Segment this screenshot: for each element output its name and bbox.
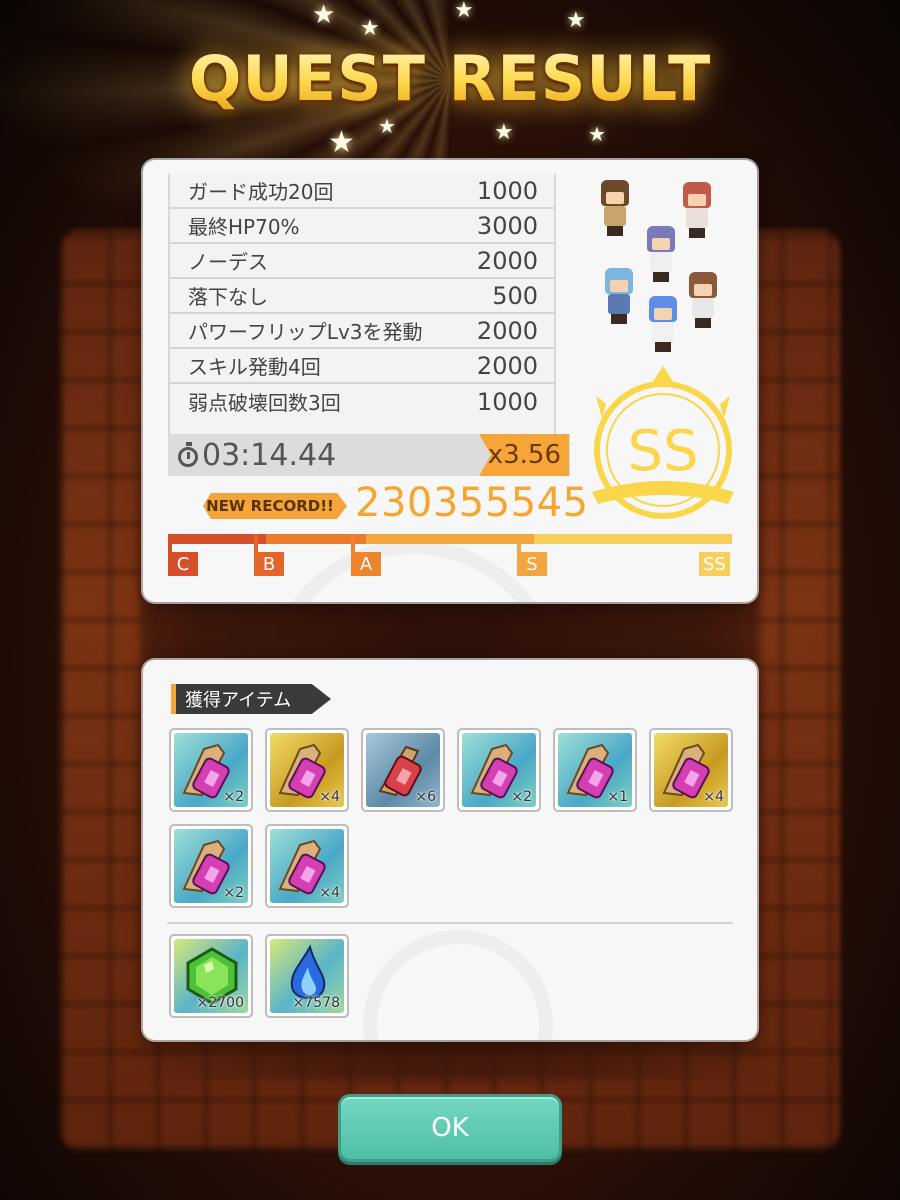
rank-text: SS — [627, 419, 698, 484]
grade-tick — [168, 534, 172, 552]
bonus-label: パワーフリップLv3を発動 — [188, 320, 423, 344]
item-quantity: ×1 — [607, 789, 628, 805]
item-slot[interactable]: ×1 — [553, 728, 637, 812]
bonus-row: スキル発動4回 2000 — [170, 349, 554, 384]
bonus-row: 最終HP70% 3000 — [170, 209, 554, 244]
total-score: 230355545 — [355, 480, 589, 526]
bonus-points: 2000 — [476, 351, 538, 380]
acquired-items-panel: 獲得アイテム ×2 ×4 ×6 ×2 ×1 ×4 ×2 ×4 ×2700 ×75… — [143, 660, 757, 1040]
item-slot[interactable]: ×2 — [457, 728, 541, 812]
grade-label-a: A — [351, 552, 381, 576]
currency-quantity: ×2700 — [196, 995, 244, 1011]
bonus-points: 1000 — [476, 176, 538, 205]
star-icon: ★ — [566, 8, 586, 33]
character-sprite — [599, 268, 639, 324]
bonus-label: 弱点破壊回数3回 — [188, 391, 341, 415]
star-icon: ★ — [378, 114, 396, 138]
item-quantity: ×4 — [319, 789, 340, 805]
bonus-label: ガード成功20回 — [188, 180, 334, 204]
bonus-row: ノーデス 2000 — [170, 244, 554, 279]
item-slot[interactable]: ×4 — [649, 728, 733, 812]
bonus-row: ガード成功20回 1000 — [170, 174, 554, 209]
acquired-items-heading: 獲得アイテム — [171, 684, 331, 714]
party-sprites — [595, 172, 735, 352]
new-record-badge: NEW RECORD!! — [203, 493, 337, 519]
grade-label-ss: SS — [699, 552, 730, 576]
clear-time: 03:14.44 — [202, 437, 337, 473]
bonus-points: 500 — [492, 281, 538, 310]
bonus-label: ノーデス — [188, 250, 268, 274]
star-icon: ★ — [588, 122, 606, 146]
result-panel: ガード成功20回 1000 最終HP70% 3000 ノーデス 2000 落下な… — [143, 160, 757, 602]
grade-segment-s — [534, 534, 732, 544]
item-slot[interactable]: ×2 — [169, 728, 253, 812]
grade-tick — [517, 534, 521, 552]
items-divider — [167, 922, 733, 924]
item-quantity: ×2 — [223, 885, 244, 901]
star-icon: ★ — [494, 120, 514, 145]
score-multiplier: x3.56 — [479, 434, 569, 476]
grade-tick — [351, 534, 355, 552]
grade-label-c: C — [168, 552, 198, 576]
star-icon: ★ — [328, 125, 355, 160]
bonus-list: ガード成功20回 1000 最終HP70% 3000 ノーデス 2000 落下な… — [168, 174, 556, 438]
item-slot[interactable]: ×2 — [169, 824, 253, 908]
grade-tick — [254, 534, 258, 552]
item-quantity: ×6 — [415, 789, 436, 805]
character-sprite — [683, 272, 723, 328]
currency-quantity: ×7578 — [292, 995, 340, 1011]
item-quantity: ×2 — [511, 789, 532, 805]
bonus-label: 最終HP70% — [188, 215, 300, 239]
currency-slot[interactable]: ×7578 — [265, 934, 349, 1018]
item-quantity: ×4 — [319, 885, 340, 901]
ok-button[interactable]: OK — [338, 1094, 562, 1162]
rank-ss-emblem: SS — [592, 366, 734, 519]
grade-label-s: S — [517, 552, 547, 576]
bonus-row: 落下なし 500 — [170, 279, 554, 314]
character-sprite — [595, 180, 635, 236]
grade-label-b: B — [254, 552, 284, 576]
watermark-emblem — [363, 930, 553, 1040]
star-icon: ★ — [312, 0, 336, 30]
star-icon: ★ — [454, 0, 474, 23]
item-slot[interactable]: ×4 — [265, 824, 349, 908]
star-icon: ★ — [360, 16, 380, 41]
bonus-row: 弱点破壊回数3回 1000 — [170, 384, 554, 419]
bonus-points: 2000 — [476, 316, 538, 345]
character-sprite — [641, 226, 681, 282]
grade-segment-c — [168, 534, 266, 544]
bonus-row: パワーフリップLv3を発動 2000 — [170, 314, 554, 349]
stopwatch-icon — [178, 442, 198, 467]
grade-progress-bar — [168, 534, 732, 544]
item-slot[interactable]: ×4 — [265, 728, 349, 812]
character-sprite — [677, 182, 717, 238]
currency-slot[interactable]: ×2700 — [169, 934, 253, 1018]
new-record-badge-tip — [337, 493, 347, 519]
bonus-label: 落下なし — [188, 285, 268, 309]
quest-result-title: QUEST RESULT — [0, 42, 900, 115]
bonus-points: 2000 — [476, 246, 538, 275]
bonus-points: 3000 — [476, 211, 538, 240]
bonus-points: 1000 — [476, 387, 538, 416]
character-sprite — [643, 296, 683, 352]
item-quantity: ×4 — [703, 789, 724, 805]
bonus-label: スキル発動4回 — [188, 355, 321, 379]
item-slot[interactable]: ×6 — [361, 728, 445, 812]
grade-segment-a — [366, 534, 534, 544]
item-quantity: ×2 — [223, 789, 244, 805]
